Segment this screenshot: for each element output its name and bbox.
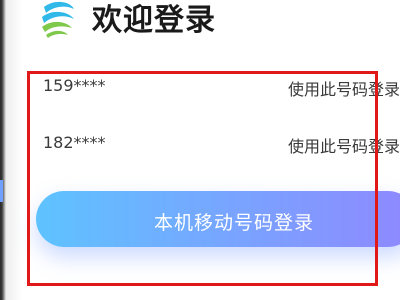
masked-phone-number: 159**** bbox=[43, 76, 106, 95]
use-this-number-link[interactable]: 使用此号码登录 bbox=[288, 76, 400, 100]
account-row[interactable]: 182**** 使用此号码登录 bbox=[40, 133, 400, 159]
login-button-label: 本机移动号码登录 bbox=[154, 213, 315, 234]
left-window-edge bbox=[0, 0, 22, 300]
use-this-number-link[interactable]: 使用此号码登录 bbox=[288, 133, 400, 157]
left-edge-marker bbox=[0, 180, 3, 202]
masked-phone-number: 182**** bbox=[43, 133, 106, 152]
local-mobile-login-button[interactable]: 本机移动号码登录 bbox=[36, 191, 400, 247]
china-mobile-logo-icon bbox=[42, 1, 74, 38]
account-row[interactable]: 159**** 使用此号码登录 bbox=[40, 76, 400, 102]
highlight-annotation-box bbox=[27, 71, 378, 286]
login-header: 欢迎登录 bbox=[36, 0, 216, 44]
page-title: 欢迎登录 bbox=[92, 3, 216, 38]
